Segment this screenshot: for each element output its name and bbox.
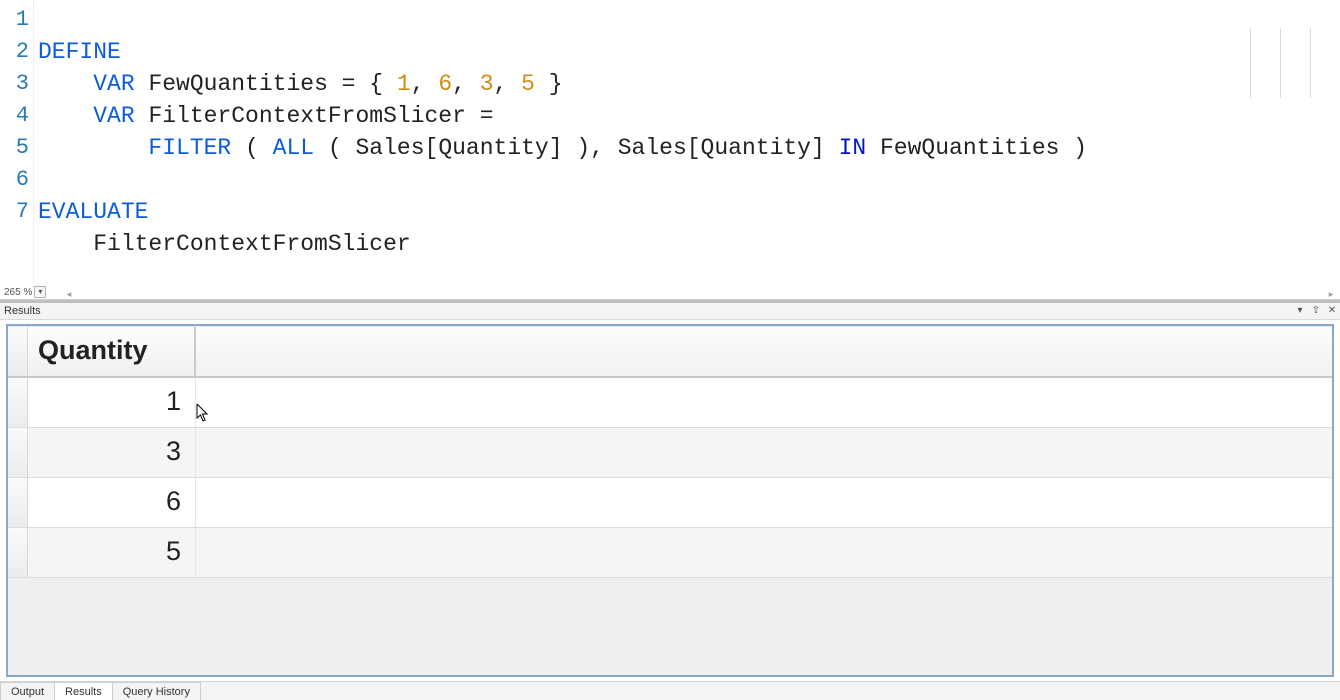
- panel-pin-icon[interactable]: ⇧: [1310, 305, 1322, 317]
- line-number: 1: [0, 4, 33, 36]
- kw-in: IN: [839, 135, 867, 161]
- kw-filter: FILTER: [148, 135, 231, 161]
- grid-empty-area: [8, 578, 1332, 675]
- cell-quantity: 5: [28, 528, 196, 577]
- panel-close-icon[interactable]: ✕: [1326, 305, 1338, 317]
- line-number: 2: [0, 36, 33, 68]
- table-row[interactable]: 6: [8, 478, 1332, 528]
- table-row[interactable]: 5: [8, 528, 1332, 578]
- scroll-left-icon[interactable]: ◂: [64, 289, 74, 299]
- tab-query-history[interactable]: Query History: [112, 682, 201, 700]
- table-row[interactable]: 1: [8, 378, 1332, 428]
- row-handle: [8, 327, 28, 376]
- line-number: 6: [0, 164, 33, 196]
- code-editor[interactable]: 1 2 3 4 5 6 7 DEFINE VAR FewQuantities =…: [0, 0, 1340, 300]
- results-panel-title: Results: [4, 303, 41, 319]
- line-number: 7: [0, 196, 33, 228]
- row-handle[interactable]: [8, 478, 28, 527]
- results-header-row: Quantity: [8, 326, 1332, 378]
- code-area[interactable]: DEFINE VAR FewQuantities = { 1, 6, 3, 5 …: [34, 0, 1340, 286]
- row-handle[interactable]: [8, 428, 28, 477]
- line-number-gutter: 1 2 3 4 5 6 7: [0, 0, 34, 286]
- line-number: 3: [0, 68, 33, 100]
- cell-quantity: 3: [28, 428, 196, 477]
- scroll-right-icon[interactable]: ▸: [1326, 289, 1336, 299]
- cell-quantity: 6: [28, 478, 196, 527]
- results-panel: Results ▾ ⇧ ✕ Quantity 1: [0, 303, 1340, 681]
- row-handle[interactable]: [8, 378, 28, 427]
- zoom-dropdown-button[interactable]: ▾: [34, 286, 46, 298]
- kw-define: DEFINE: [38, 39, 121, 65]
- editor-horizontal-scrollbar[interactable]: ◂ ▸: [64, 289, 1336, 299]
- results-panel-titlebar: Results ▾ ⇧ ✕: [0, 303, 1340, 320]
- zoom-level: 265 %: [4, 287, 32, 298]
- row-handle[interactable]: [8, 528, 28, 577]
- kw-all: ALL: [273, 135, 314, 161]
- column-header-quantity[interactable]: Quantity: [28, 327, 196, 376]
- bottom-tab-strip: Output Results Query History: [0, 681, 1340, 700]
- kw-evaluate: EVALUATE: [38, 199, 148, 225]
- kw-var: VAR: [93, 71, 134, 97]
- table-row[interactable]: 3: [8, 428, 1332, 478]
- cell-quantity: 1: [28, 378, 196, 427]
- panel-menu-icon[interactable]: ▾: [1294, 305, 1306, 317]
- tab-output[interactable]: Output: [0, 682, 55, 700]
- tab-results[interactable]: Results: [54, 682, 113, 700]
- kw-var: VAR: [93, 103, 134, 129]
- results-grid[interactable]: Quantity 1 3 6: [6, 324, 1334, 677]
- line-number: 5: [0, 132, 33, 164]
- line-number: 4: [0, 100, 33, 132]
